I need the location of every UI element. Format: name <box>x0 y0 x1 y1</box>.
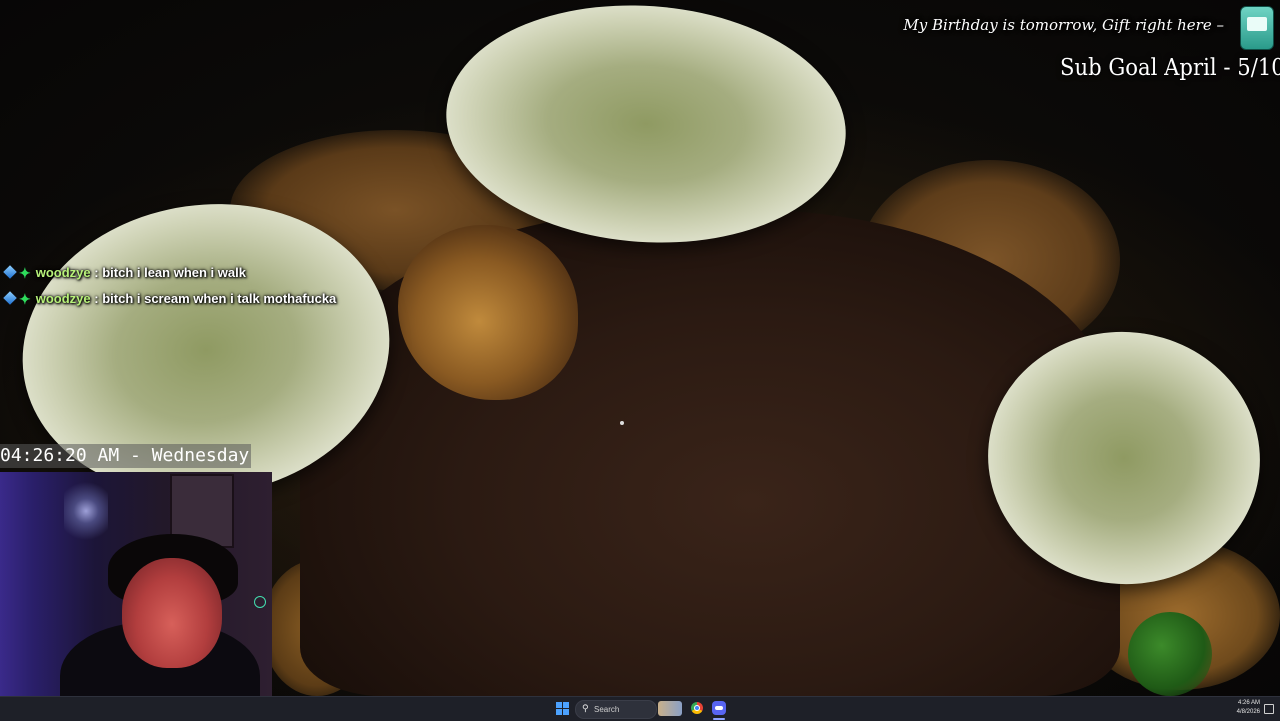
chat-username: woodzye <box>35 291 91 306</box>
sparkle-badge-icon: ✦ <box>19 291 31 307</box>
chat-message: ✦ woodzye : bitch i scream when i talk mo… <box>3 288 337 310</box>
windows-start-icon[interactable] <box>556 702 569 715</box>
taskbar-search[interactable]: ⚲ Search <box>575 700 657 719</box>
green-pepper <box>1128 612 1212 696</box>
chat-text: : bitch i lean when i walk <box>94 265 246 280</box>
chat-message: ✦ woodzye : bitch i lean when i walk <box>3 262 336 284</box>
taskbar: ⚲ Search 4:26 AM 4/8/2026 <box>0 696 1280 721</box>
search-icon: ⚲ <box>582 704 589 714</box>
chat-text: : bitch i scream when i talk mothafucka <box>94 291 337 306</box>
widgets-icon[interactable] <box>658 701 682 716</box>
birthday-banner: My Birthday is tomorrow, Gift right here… <box>903 16 1224 34</box>
badge-icon <box>3 265 17 279</box>
badge-icon <box>3 291 17 305</box>
system-tray-clock[interactable]: 4:26 AM 4/8/2026 <box>1237 699 1260 717</box>
chrome-icon[interactable] <box>691 702 703 714</box>
circle-icon <box>254 596 266 608</box>
sparkle-badge-icon: ✦ <box>19 265 31 281</box>
tray-time: 4:26 AM <box>1237 700 1260 706</box>
chat-overlay: ✦ woodzye : bitch i lean when i walk ✦ woo… <box>3 262 337 314</box>
webcam-feed <box>0 472 272 720</box>
sub-goal-text: Sub Goal April - 5/10 <box>1060 55 1280 81</box>
notification-icon[interactable] <box>1264 704 1274 714</box>
search-label: Search <box>594 705 620 714</box>
tray-date: 4/8/2026 <box>1236 709 1260 715</box>
webcam-lights <box>64 476 108 546</box>
chat-username: woodzye <box>35 265 91 280</box>
mouse-cursor <box>620 421 624 425</box>
streamer-face <box>122 558 222 668</box>
gift-icon <box>1240 6 1274 50</box>
clock-overlay: 04:26:20 AM - Wednesday <box>0 444 252 468</box>
discord-icon[interactable] <box>712 701 726 715</box>
